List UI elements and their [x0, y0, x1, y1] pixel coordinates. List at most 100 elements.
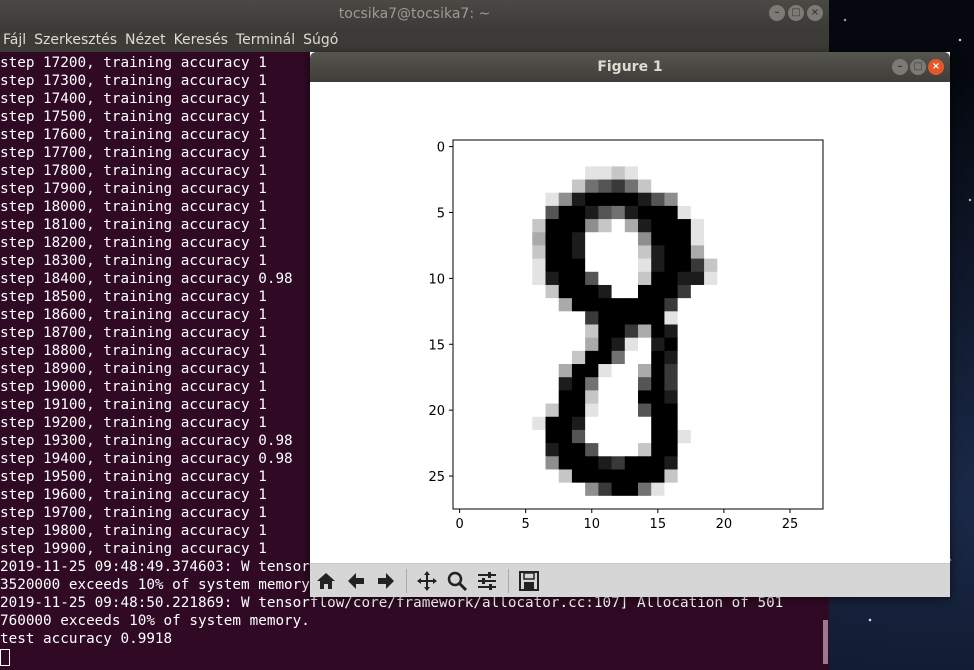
- pixel-cell: [479, 495, 494, 510]
- pixel-cell: [690, 324, 705, 339]
- menu-view[interactable]: Nézet: [122, 32, 171, 48]
- pixel-cell: [638, 324, 652, 339]
- home-icon[interactable]: [313, 568, 339, 594]
- pixel-cell: [519, 324, 533, 339]
- pixel-cell: [690, 456, 705, 471]
- pixel-cell: [756, 377, 771, 391]
- pixel-cell: [505, 232, 520, 247]
- pixel-cell: [492, 324, 507, 339]
- pixel-cell: [585, 482, 599, 497]
- terminal-scrollbar[interactable]: [823, 620, 828, 664]
- pixel-cell: [598, 284, 613, 299]
- pixel-cell: [585, 350, 599, 365]
- pixel-cell: [730, 377, 745, 391]
- pixel-cell: [743, 219, 758, 233]
- pixel-cell: [770, 403, 784, 418]
- pixel-cell: [571, 364, 586, 378]
- forward-arrow-icon[interactable]: [373, 568, 399, 594]
- maximize-icon[interactable]: □: [788, 5, 804, 21]
- pixel-cell: [796, 390, 811, 405]
- pixel-cell: [453, 350, 467, 365]
- pixel-cell: [479, 232, 494, 247]
- zoom-icon[interactable]: [444, 568, 470, 594]
- close-icon[interactable]: ×: [807, 5, 823, 21]
- pixel-cell: [677, 482, 692, 497]
- pixel-cell: [743, 495, 758, 510]
- save-icon[interactable]: [516, 568, 542, 594]
- pixel-cell: [624, 245, 639, 260]
- pixel-cell: [585, 284, 599, 299]
- pixel-cell: [532, 153, 547, 167]
- menu-file[interactable]: Fájl: [0, 32, 31, 48]
- pixel-cell: [453, 153, 467, 167]
- menu-search[interactable]: Keresés: [171, 32, 233, 48]
- pixel-cell: [505, 403, 520, 418]
- menu-edit[interactable]: Szerkesztés: [31, 32, 122, 48]
- pixel-cell: [783, 153, 798, 167]
- pixel-cell: [638, 311, 652, 326]
- pixel-cell: [558, 456, 573, 471]
- pixel-cell: [466, 416, 481, 431]
- back-arrow-icon[interactable]: [343, 568, 369, 594]
- pixel-cell: [466, 324, 481, 339]
- pixel-cell: [466, 284, 481, 299]
- figure-window[interactable]: Figure 1 – □ × 0 5 10 15 20 25 0 5 10 15 20 25: [310, 52, 950, 597]
- pixel-cell: [690, 219, 705, 233]
- pixel-cell: [505, 298, 520, 312]
- pixel-cell: [571, 271, 586, 286]
- pixel-cell: [611, 298, 626, 312]
- pixel-cell: [492, 298, 507, 312]
- pixel-cell: [532, 469, 547, 484]
- menu-terminal[interactable]: Terminál: [233, 32, 300, 48]
- pixel-cell: [558, 324, 573, 339]
- pixel-cell: [545, 390, 560, 405]
- pixel-cell: [638, 416, 652, 431]
- pixel-cell: [664, 245, 679, 260]
- pixel-cell: [730, 456, 745, 471]
- pixel-cell: [479, 140, 494, 154]
- toolbar-separator: [406, 569, 407, 593]
- figure-titlebar[interactable]: Figure 1 – □ ×: [310, 52, 950, 82]
- pan-icon[interactable]: [414, 568, 440, 594]
- pixel-cell: [492, 350, 507, 365]
- minimize-icon[interactable]: –: [769, 5, 785, 21]
- minimize-icon[interactable]: –: [892, 59, 908, 75]
- maximize-icon[interactable]: □: [910, 59, 926, 75]
- pixel-cell: [545, 166, 560, 181]
- pixel-cell: [558, 192, 573, 207]
- pixel-cell: [717, 140, 732, 154]
- pixel-cell: [796, 482, 811, 497]
- pixel-cell: [624, 390, 639, 405]
- pixel-cell: [664, 232, 679, 247]
- terminal-title: tocsika7@tocsika7: ~: [338, 6, 491, 22]
- pixel-cell: [730, 403, 745, 418]
- terminal-titlebar[interactable]: tocsika7@tocsika7: ~ – □ ×: [0, 0, 829, 28]
- pixel-cell: [571, 284, 586, 299]
- pixel-cell: [690, 482, 705, 497]
- close-icon[interactable]: ×: [928, 59, 944, 75]
- pixel-cell: [532, 482, 547, 497]
- pixel-cell: [545, 337, 560, 352]
- pixel-cell: [598, 364, 613, 378]
- pixel-cell: [677, 364, 692, 378]
- pixel-cell: [466, 232, 481, 247]
- configure-subplots-icon[interactable]: [474, 568, 500, 594]
- pixel-cell: [638, 271, 652, 286]
- terminal-prompt-line[interactable]: [0, 648, 816, 666]
- pixel-cell: [545, 232, 560, 247]
- pixel-cell: [532, 232, 547, 247]
- pixel-cell: [532, 219, 547, 233]
- pixel-cell: [638, 456, 652, 471]
- menu-help[interactable]: Súgó: [300, 32, 343, 48]
- pixel-cell: [611, 140, 626, 154]
- pixel-cell: [730, 443, 745, 457]
- pixel-cell: [479, 153, 494, 167]
- pixel-cell: [664, 350, 679, 365]
- pixel-cell: [532, 245, 547, 260]
- pixel-cell: [585, 205, 599, 220]
- pixel-cell: [677, 298, 692, 312]
- pixel-cell: [545, 324, 560, 339]
- pixel-cell: [492, 416, 507, 431]
- pixel-cell: [505, 482, 520, 497]
- pixel-cell: [756, 403, 771, 418]
